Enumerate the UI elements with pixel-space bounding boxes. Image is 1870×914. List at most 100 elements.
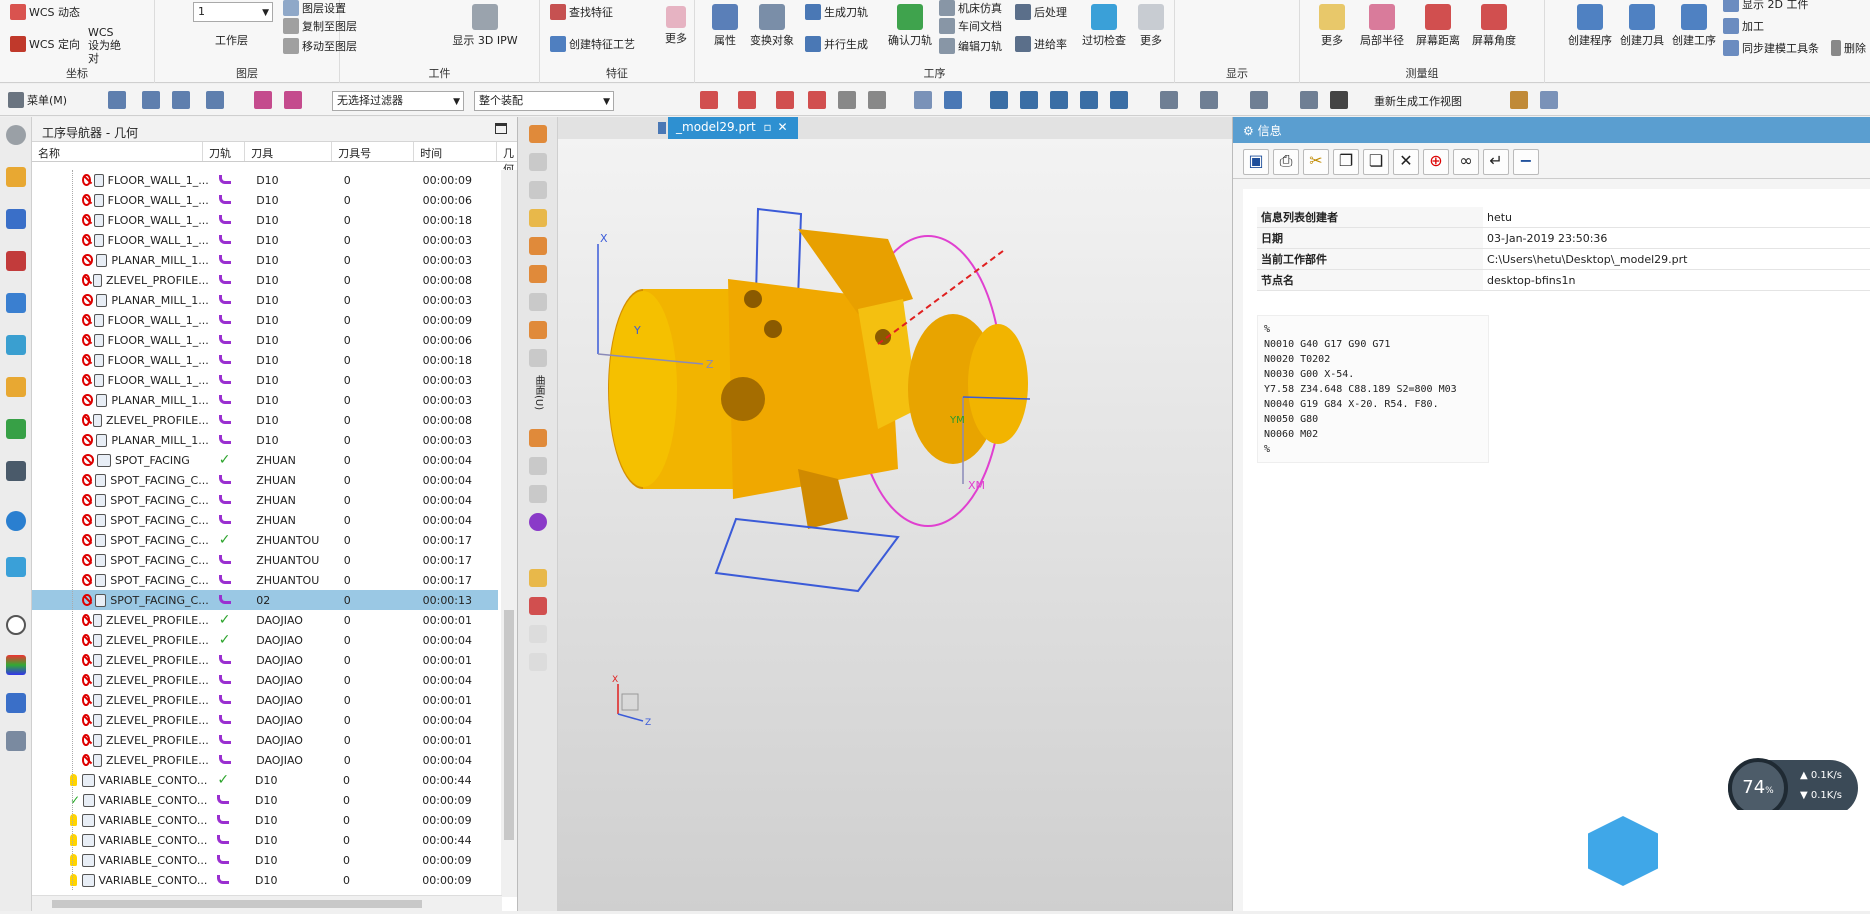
clock-icon[interactable] <box>6 615 26 635</box>
row-name-cell[interactable]: SPOT_FACING_C... <box>32 493 209 507</box>
table-row[interactable]: SPOT_FACING_C... ZHUAN 0 00:00:04 <box>32 510 498 530</box>
row-name-cell[interactable]: SPOT_FACING_C... <box>32 473 209 487</box>
table-row[interactable]: VARIABLE_CONTO... D10 0 00:00:09 <box>32 810 498 830</box>
rotate-icon[interactable] <box>529 513 547 531</box>
row-name-cell[interactable]: ZLEVEL_PROFILE... <box>32 273 209 287</box>
geometry-display-icon[interactable] <box>284 91 302 109</box>
render-style-icon[interactable] <box>1160 91 1178 109</box>
layer-settings-button[interactable]: 图层设置 <box>283 0 346 16</box>
row-name-cell[interactable]: ZLEVEL_PROFILE... <box>32 733 209 747</box>
curve-icon[interactable] <box>738 91 756 109</box>
selection-filter-select[interactable]: 无选择过滤器 ▼ <box>332 91 464 111</box>
vertical-scrollbar[interactable] <box>501 170 517 897</box>
table-row[interactable]: ZLEVEL_PROFILE... DAOJIAO 0 00:00:04 <box>32 670 498 690</box>
properties-button[interactable]: 属性 <box>705 4 745 48</box>
box-icon[interactable] <box>838 91 856 109</box>
local-radius-button[interactable]: 局部半径 <box>1356 4 1408 48</box>
wrap-icon[interactable]: ↵ <box>1483 149 1509 175</box>
row-name-cell[interactable]: PLANAR_MILL_1... <box>32 433 209 447</box>
cube-icon[interactable] <box>529 321 547 339</box>
create-feature-process-button[interactable]: 创建特征工艺 <box>550 36 635 52</box>
view-icon[interactable] <box>172 91 190 109</box>
wcs-orient-button[interactable]: WCS 定向 <box>10 36 80 52</box>
cube-icon[interactable] <box>529 653 547 671</box>
row-name-cell[interactable]: FLOOR_WALL_1_... <box>32 193 209 207</box>
cube-icon[interactable] <box>529 349 547 367</box>
generate-path-button[interactable]: 生成刀轨 <box>805 4 868 20</box>
history-icon[interactable] <box>6 461 26 481</box>
table-row[interactable]: FLOOR_WALL_1_... D10 0 00:00:18 <box>32 210 498 230</box>
cube-icon[interactable] <box>529 265 547 283</box>
table-row[interactable]: VARIABLE_CONTO... ✓ D10 0 00:00:44 <box>32 770 498 790</box>
create-tool-button[interactable]: 创建刀具 <box>1615 4 1669 48</box>
feature-more-button[interactable]: 更多 <box>656 6 696 46</box>
constraint-navigator-icon[interactable] <box>6 251 26 271</box>
parallel-generate-button[interactable]: 并行生成 <box>805 36 868 52</box>
row-name-cell[interactable]: PLANAR_MILL_1... <box>32 393 209 407</box>
delete-icon[interactable]: ✕ <box>1393 149 1419 175</box>
graphics-viewport[interactable]: X Y Z XM YM X Z <box>558 139 1232 911</box>
cube-icon[interactable] <box>529 485 547 503</box>
row-name-cell[interactable]: ZLEVEL_PROFILE... <box>32 413 209 427</box>
zoom-icon[interactable] <box>1020 91 1038 109</box>
row-name-cell[interactable]: SPOT_FACING_C... <box>32 573 209 587</box>
row-name-cell[interactable]: FLOOR_WALL_1_... <box>32 233 209 247</box>
machine-navigator-icon[interactable] <box>6 335 26 355</box>
cube-icon[interactable] <box>529 125 547 143</box>
shaded-icon[interactable] <box>944 91 962 109</box>
solid-icon[interactable] <box>914 91 932 109</box>
cube-icon[interactable] <box>529 597 547 615</box>
row-name-cell[interactable]: ZLEVEL_PROFILE... <box>32 693 209 707</box>
row-name-cell[interactable]: VARIABLE_CONTO... <box>32 873 207 887</box>
horizontal-scrollbar[interactable] <box>32 895 502 911</box>
table-row[interactable]: FLOOR_WALL_1_... D10 0 00:00:09 <box>32 170 498 190</box>
cube-icon[interactable] <box>529 569 547 587</box>
row-name-cell[interactable]: ZLEVEL_PROFILE... <box>32 713 209 727</box>
web-icon[interactable] <box>6 511 26 531</box>
table-row[interactable]: SPOT_FACING ✓ ZHUAN 0 00:00:04 <box>32 450 498 470</box>
screen-distance-button[interactable]: 屏幕距离 <box>1412 4 1464 48</box>
palette-icon[interactable] <box>6 655 26 675</box>
machine-tool-icon[interactable] <box>6 731 26 751</box>
row-name-cell[interactable]: VARIABLE_CONTO... <box>32 773 207 787</box>
menu-button[interactable]: 菜单(M) <box>8 92 67 108</box>
edit-path-button[interactable]: 编辑刀轨 <box>939 38 1002 54</box>
row-name-cell[interactable]: SPOT_FACING <box>32 453 209 467</box>
row-name-cell[interactable]: VARIABLE_CONTO... <box>32 833 207 847</box>
cut-icon[interactable]: ✂ <box>1303 149 1329 175</box>
table-row[interactable]: ✓ VARIABLE_CONTO... D10 0 00:00:09 <box>32 790 498 810</box>
table-row[interactable]: SPOT_FACING_C... 02 0 00:00:13 <box>32 590 498 610</box>
row-name-cell[interactable]: SPOT_FACING_C... <box>32 513 209 527</box>
surface-menu-label[interactable]: 曲面(U) <box>530 375 544 410</box>
machining-button[interactable]: 加工 <box>1723 18 1764 34</box>
feedrate-button[interactable]: 进给率 <box>1015 36 1067 52</box>
shaded-mode-icon[interactable] <box>1200 91 1218 109</box>
table-row[interactable]: FLOOR_WALL_1_... D10 0 00:00:03 <box>32 370 498 390</box>
shop-doc-button[interactable]: 车间文档 <box>939 18 1002 34</box>
cube-icon[interactable] <box>529 181 547 199</box>
color-square-icon[interactable] <box>1330 91 1348 109</box>
table-row[interactable]: ZLEVEL_PROFILE... DAOJIAO 0 00:00:01 <box>32 650 498 670</box>
part-model[interactable]: X Y Z XM YM X Z <box>558 139 1232 911</box>
table-row[interactable]: ZLEVEL_PROFILE... DAOJIAO 0 00:00:01 <box>32 690 498 710</box>
show-3d-ipw-button[interactable]: 显示 3D IPW <box>450 4 520 48</box>
save-icon[interactable]: ▣ <box>1243 149 1269 175</box>
scroll-thumb[interactable] <box>52 900 422 908</box>
create-program-button[interactable]: 创建程序 <box>1563 4 1617 48</box>
background-icon[interactable] <box>1250 91 1268 109</box>
row-name-cell[interactable]: ZLEVEL_PROFILE... <box>32 633 209 647</box>
sync-modeling-button[interactable]: 同步建模工具条 <box>1723 40 1819 56</box>
table-row[interactable]: PLANAR_MILL_1... D10 0 00:00:03 <box>32 290 498 310</box>
process-more-button[interactable]: 更多 <box>1131 4 1171 48</box>
work-layer-select[interactable]: 1 ▼ <box>193 2 273 22</box>
fit-icon[interactable] <box>990 91 1008 109</box>
table-row[interactable]: ZLEVEL_PROFILE... ✓ DAOJIAO 0 00:00:01 <box>32 610 498 630</box>
rect-select-icon[interactable] <box>868 91 886 109</box>
table-row[interactable]: PLANAR_MILL_1... D10 0 00:00:03 <box>32 250 498 270</box>
verify-path-button[interactable]: 确认刀轨 <box>885 4 935 48</box>
row-name-cell[interactable]: ZLEVEL_PROFILE... <box>32 753 209 767</box>
table-row[interactable]: ZLEVEL_PROFILE... ✓ DAOJIAO 0 00:00:04 <box>32 630 498 650</box>
orient-icon[interactable] <box>1110 91 1128 109</box>
table-row[interactable]: PLANAR_MILL_1... D10 0 00:00:03 <box>32 430 498 450</box>
reuse-library-icon[interactable] <box>6 377 26 397</box>
